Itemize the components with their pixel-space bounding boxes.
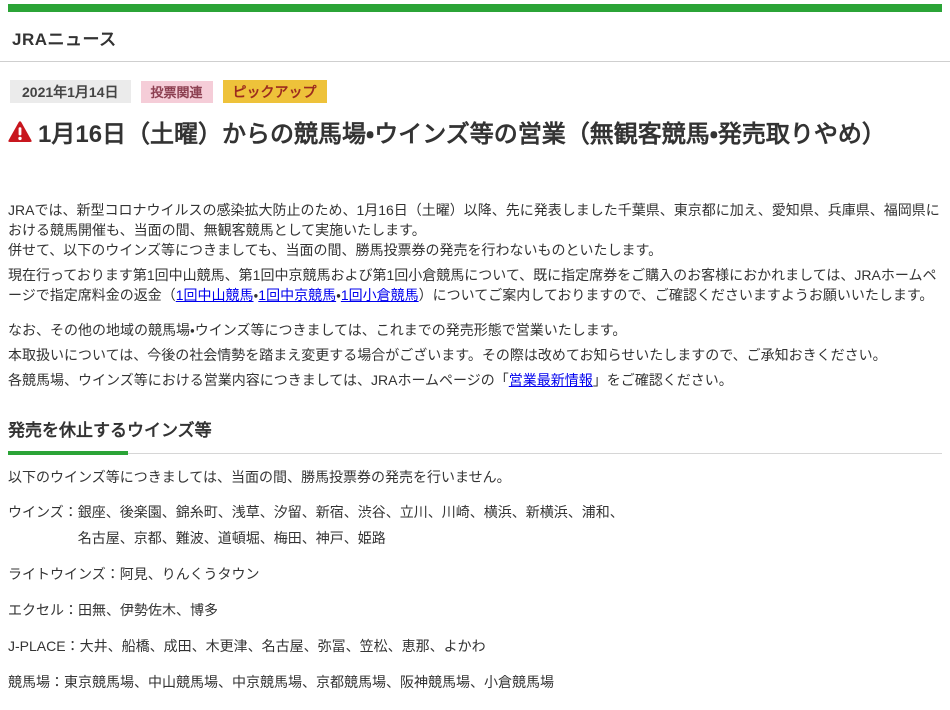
article-headline-text: 1月16日（土曜）からの競馬場・ウインズ等の営業（無観客競馬・発売取りやめ） [38, 121, 886, 148]
list-item-label: J-PLACE： [8, 633, 80, 659]
list-line: 名古屋、京都、難波、道頓堀、梅田、神戸、姫路 [78, 530, 386, 546]
note-changes: 本取扱いについては、今後の社会情勢を踏まえ変更する場合がございます。その際は改め… [8, 345, 942, 365]
list-item-values: 阿見、りんくうタウン [120, 561, 942, 587]
list-line: 銀座、後楽園、錦糸町、浅草、汐留、新宿、渋谷、立川、川崎、横浜、新横浜、浦和、 [78, 504, 624, 520]
header-divider [0, 61, 950, 62]
info-paragraph: 各競馬場、ウインズ等における営業内容につきましては、JRAホームページの「営業最… [8, 370, 942, 390]
suspension-lead: 以下のウインズ等につきましては、当面の間、勝馬投票券の発売を行いません。 [8, 467, 942, 487]
article-meta-row: 2021年1月14日 投票関連 ピックアップ [10, 80, 942, 103]
list-item-values: 銀座、後楽園、錦糸町、浅草、汐留、新宿、渋谷、立川、川崎、横浜、新横浜、浦和、 … [78, 499, 942, 551]
date-badge: 2021年1月14日 [10, 80, 131, 103]
link-nakayama-race[interactable]: 1回中山競馬 [176, 287, 254, 303]
refund-paragraph: 現在行っております第1回中山競馬、第1回中京競馬および第1回小倉競馬について、既… [8, 265, 942, 305]
page-title: JRAニュース [12, 25, 942, 50]
list-line: 大井、船橋、成田、木更津、名古屋、弥冨、笠松、恵那、よかわ [80, 638, 486, 654]
list-item-label: ウインズ： [8, 499, 78, 551]
suspension-section-header: 発売を休止するウインズ等 [8, 416, 942, 454]
list-item-excel: エクセル： 田無、伊勢佐木、博多 [8, 597, 942, 623]
list-item-label: ライトウインズ： [8, 561, 120, 587]
info-text-2: 」をご確認ください。 [593, 372, 733, 388]
refund-text-2: ）についてご案内しておりますので、ご確認くださいますようお願いいたします。 [419, 287, 934, 303]
article-headline: 1月16日（土曜）からの競馬場・ウインズ等の営業（無観客競馬・発売取りやめ） [8, 118, 942, 152]
suspension-section-heading: 発売を休止するウインズ等 [8, 416, 942, 441]
news-page: JRAニュース 2021年1月14日 投票関連 ピックアップ 1月16日（土曜）… [0, 4, 950, 710]
suspension-list: ウインズ： 銀座、後楽園、錦糸町、浅草、汐留、新宿、渋谷、立川、川崎、横浜、新横… [8, 499, 942, 695]
list-item-label: エクセル： [8, 597, 78, 623]
list-item-values: 大井、船橋、成田、木更津、名古屋、弥冨、笠松、恵那、よかわ [80, 633, 942, 659]
intro-line-1: JRAでは、新型コロナウイルスの感染拡大防止のため、1月16日（土曜）以降、先に… [8, 202, 940, 238]
link-chukyo-race[interactable]: 1回中京競馬 [258, 287, 336, 303]
tag-pickup-badge: ピックアップ [223, 80, 327, 103]
tag-voting-badge: 投票関連 [141, 81, 213, 103]
list-line: 田無、伊勢佐木、博多 [78, 602, 218, 618]
link-kokura-race[interactable]: 1回小倉競馬 [341, 287, 419, 303]
heading-accent-underline [8, 451, 128, 455]
info-text-1: 各競馬場、ウインズ等における営業内容につきましては、JRAホームページの「 [8, 372, 509, 388]
list-item-label: 競馬場： [8, 669, 64, 695]
intro-line-2: 併せて、以下のウインズ等につきましても、当面の間、勝馬投票券の発売を行わないもの… [8, 242, 662, 258]
link-latest-business-info[interactable]: 営業最新情報 [509, 372, 593, 388]
list-line: 東京競馬場、中山競馬場、中京競馬場、京都競馬場、阪神競馬場、小倉競馬場 [64, 674, 554, 690]
list-item-racecourses: 競馬場： 東京競馬場、中山競馬場、中京競馬場、京都競馬場、阪神競馬場、小倉競馬場 [8, 669, 942, 695]
note-other-areas: なお、その他の地域の競馬場・ウインズ等につきましては、これまでの発売形態で営業い… [8, 320, 942, 340]
list-item-values: 東京競馬場、中山競馬場、中京競馬場、京都競馬場、阪神競馬場、小倉競馬場 [64, 669, 942, 695]
top-accent-bar [8, 4, 942, 12]
intro-paragraph: JRAでは、新型コロナウイルスの感染拡大防止のため、1月16日（土曜）以降、先に… [8, 200, 942, 260]
list-item-wins: ウインズ： 銀座、後楽園、錦糸町、浅草、汐留、新宿、渋谷、立川、川崎、横浜、新横… [8, 499, 942, 551]
warning-icon [8, 119, 32, 152]
list-item-values: 田無、伊勢佐木、博多 [78, 597, 942, 623]
list-item-light-wins: ライトウインズ： 阿見、りんくうタウン [8, 561, 942, 587]
list-line: 阿見、りんくうタウン [120, 566, 260, 582]
list-item-jplace: J-PLACE： 大井、船橋、成田、木更津、名古屋、弥冨、笠松、恵那、よかわ [8, 633, 942, 659]
